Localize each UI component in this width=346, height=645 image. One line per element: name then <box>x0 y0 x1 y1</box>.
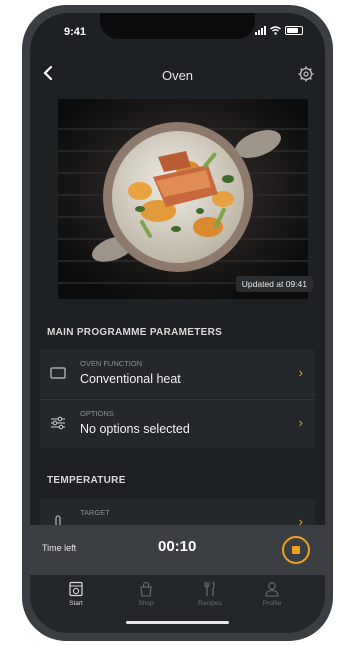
phone-frame: 9:41 Oven Updated at 09:41 MAIN PROGRAMM… <box>22 5 333 641</box>
oven-function-caption: OVEN FUNCTION <box>80 359 143 368</box>
tab-recipes[interactable]: Recipes <box>180 581 240 607</box>
recipes-icon <box>204 581 215 596</box>
chevron-right-icon: › <box>298 415 303 430</box>
tab-bar: Start Shop Recipes Profile <box>30 575 325 633</box>
timer-bar: Time left 00:10 <box>30 525 325 575</box>
oven-function-value: Conventional heat <box>80 372 181 386</box>
options-value: No options selected <box>80 422 190 436</box>
shop-bag-icon <box>140 581 152 597</box>
oven-camera-view[interactable] <box>58 99 308 299</box>
time-left-label: Time left <box>42 543 77 553</box>
tab-profile[interactable]: Profile <box>242 581 302 607</box>
settings-gear-icon[interactable] <box>297 65 315 83</box>
home-indicator <box>126 621 229 624</box>
app-screen: 9:41 Oven Updated at 09:41 MAIN PROGRAMM… <box>30 13 325 633</box>
tab-shop[interactable]: Shop <box>116 581 176 607</box>
notch <box>100 13 255 39</box>
oven-function-icon <box>50 367 66 379</box>
main-parameters-heading: MAIN PROGRAMME PARAMETERS <box>47 327 223 338</box>
target-caption: TARGET <box>80 508 110 517</box>
tab-profile-label: Profile <box>262 600 282 607</box>
time-left-value: 00:10 <box>158 538 197 555</box>
options-caption: OPTIONS <box>80 409 114 418</box>
tab-start-label: Start <box>69 600 83 607</box>
temperature-heading: TEMPERATURE <box>47 475 126 486</box>
options-row[interactable]: OPTIONS No options selected › <box>40 400 315 448</box>
camera-updated-time: Updated at 09:41 <box>235 276 313 292</box>
tab-start[interactable]: Start <box>46 581 106 607</box>
tab-shop-label: Shop <box>138 600 154 607</box>
chevron-right-icon: › <box>298 365 303 380</box>
signal-icon <box>255 26 266 35</box>
status-icons <box>255 26 303 35</box>
wifi-icon <box>270 26 281 35</box>
oven-food-image <box>58 99 308 299</box>
status-time: 9:41 <box>64 26 87 38</box>
oven-icon <box>69 581 83 597</box>
oven-function-row[interactable]: OVEN FUNCTION Conventional heat › <box>40 350 315 398</box>
battery-icon <box>285 26 303 35</box>
stop-button[interactable] <box>282 536 310 564</box>
options-sliders-icon <box>51 416 65 430</box>
profile-icon <box>265 582 279 597</box>
page-title: Oven <box>161 68 194 83</box>
navigation-bar: Oven <box>30 63 325 89</box>
tab-recipes-label: Recipes <box>198 600 222 607</box>
